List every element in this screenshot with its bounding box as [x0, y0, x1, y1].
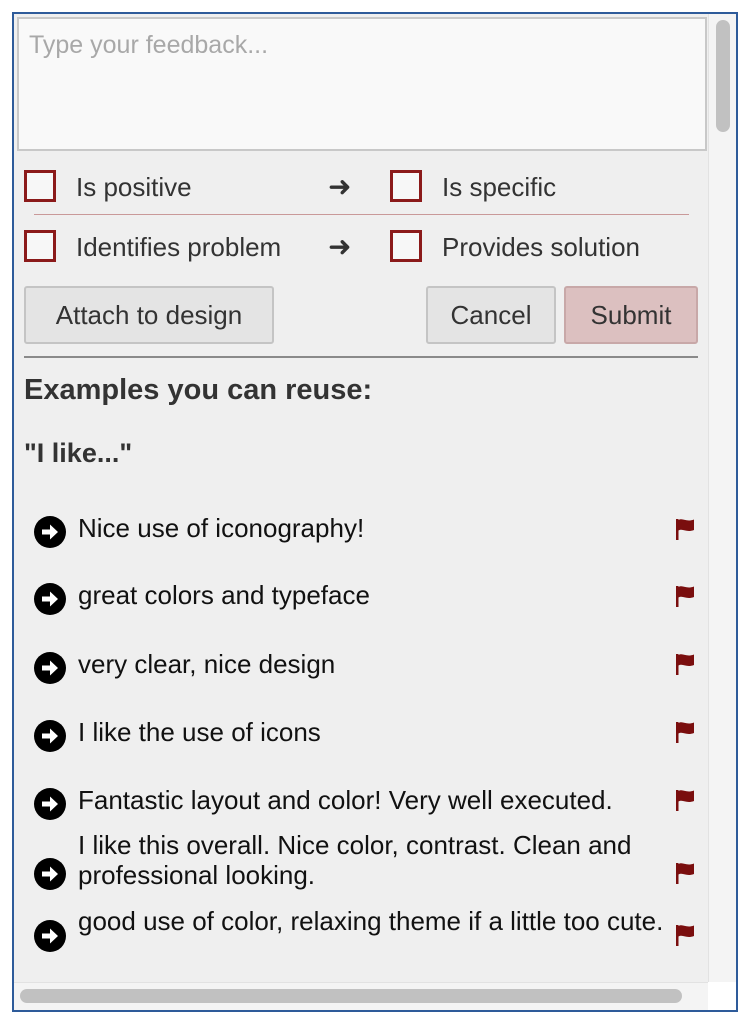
- circle-arrow-right-icon[interactable]: [34, 920, 66, 952]
- arrow-right-icon: ➜: [328, 171, 352, 202]
- feedback-panel: Is positive ➜ Is specific Identifies pro…: [14, 14, 710, 982]
- provides-solution-checkbox[interactable]: [390, 230, 422, 262]
- checklist-divider: [34, 214, 689, 215]
- checklist-row: Identifies problem ➜ Provides solution: [24, 228, 710, 268]
- horizontal-scrollbar[interactable]: [14, 982, 710, 1010]
- is-positive-checkbox[interactable]: [24, 170, 56, 202]
- is-specific-label: Is specific: [442, 172, 557, 202]
- flag-icon[interactable]: [672, 787, 698, 813]
- flag-icon[interactable]: [672, 651, 698, 677]
- flag-icon[interactable]: [672, 922, 698, 948]
- example-text: Nice use of iconography!: [78, 513, 365, 543]
- circle-arrow-right-icon[interactable]: [34, 858, 66, 890]
- cancel-button[interactable]: Cancel: [426, 286, 556, 344]
- is-positive-label: Is positive: [76, 172, 192, 202]
- example-item[interactable]: very clear, nice design: [14, 636, 710, 702]
- flag-icon[interactable]: [672, 583, 698, 609]
- identifies-problem-checkbox[interactable]: [24, 230, 56, 262]
- circle-arrow-right-icon[interactable]: [34, 516, 66, 548]
- flag-icon[interactable]: [672, 719, 698, 745]
- identifies-problem-label: Identifies problem: [76, 232, 282, 262]
- vertical-scrollbar[interactable]: [708, 14, 736, 982]
- vertical-scrollbar-thumb[interactable]: [716, 20, 730, 132]
- attach-to-design-button[interactable]: Attach to design: [24, 286, 274, 344]
- example-item[interactable]: I like the use of icons: [14, 704, 710, 770]
- circle-arrow-right-icon[interactable]: [34, 788, 66, 820]
- example-item[interactable]: Fantastic layout and color! Very well ex…: [14, 772, 710, 838]
- section-divider: [24, 356, 698, 358]
- submit-button[interactable]: Submit: [564, 286, 698, 344]
- example-text: I like this overall. Nice color, contras…: [78, 830, 632, 890]
- example-item[interactable]: Nice use of iconography!: [14, 500, 710, 566]
- arrow-right-icon: ➜: [328, 231, 352, 262]
- flag-icon[interactable]: [672, 516, 698, 542]
- example-text: good use of color, relaxing theme if a l…: [78, 906, 664, 936]
- is-specific-checkbox[interactable]: [390, 170, 422, 202]
- circle-arrow-right-icon[interactable]: [34, 583, 66, 615]
- provides-solution-label: Provides solution: [442, 232, 640, 262]
- scrollbar-corner: [708, 982, 736, 1010]
- horizontal-scrollbar-thumb[interactable]: [20, 989, 682, 1003]
- example-text: I like the use of icons: [78, 717, 321, 747]
- example-item[interactable]: good use of color, relaxing theme if a l…: [14, 906, 710, 972]
- example-item[interactable]: great colors and typeface: [14, 568, 710, 634]
- flag-icon[interactable]: [672, 860, 698, 886]
- feedback-widget: Is positive ➜ Is specific Identifies pro…: [12, 12, 738, 1012]
- example-item[interactable]: I like this overall. Nice color, contras…: [14, 830, 710, 896]
- examples-group-title: "I like...": [24, 438, 133, 468]
- example-text: very clear, nice design: [78, 649, 336, 679]
- feedback-input[interactable]: [17, 17, 707, 151]
- example-text: great colors and typeface: [78, 580, 370, 610]
- example-text: Fantastic layout and color! Very well ex…: [78, 785, 613, 815]
- circle-arrow-right-icon[interactable]: [34, 652, 66, 684]
- examples-heading: Examples you can reuse:: [24, 374, 373, 406]
- checklist-row: Is positive ➜ Is specific: [24, 168, 710, 208]
- circle-arrow-right-icon[interactable]: [34, 720, 66, 752]
